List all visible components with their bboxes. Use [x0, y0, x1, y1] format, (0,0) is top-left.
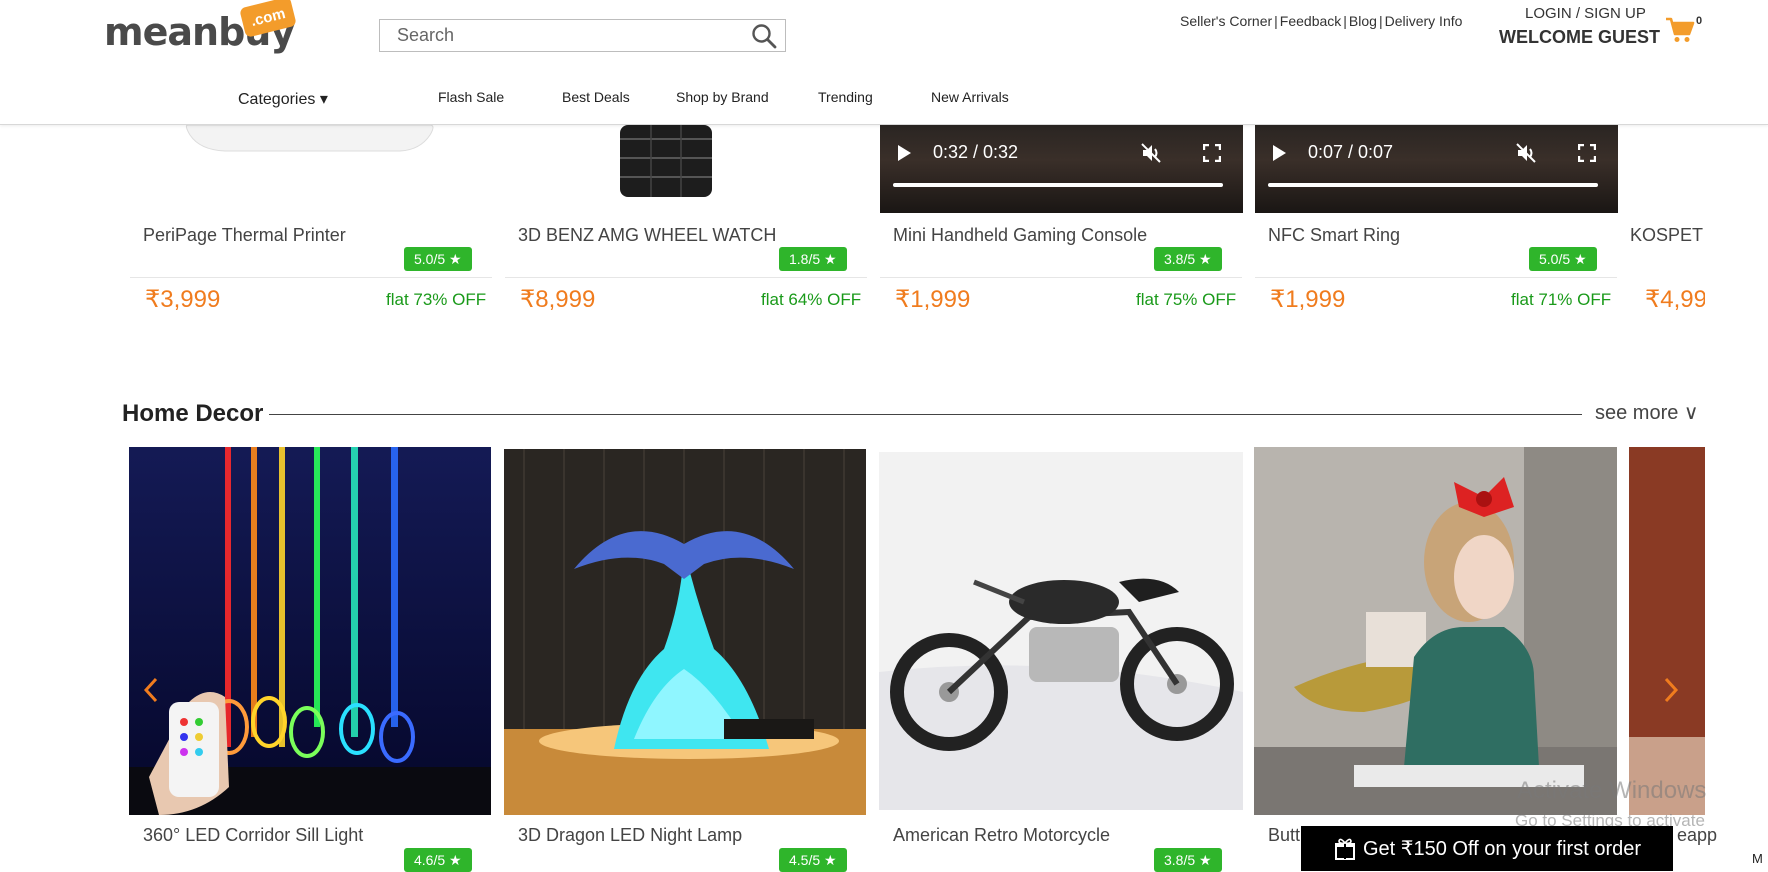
product-price: ₹8,999 — [520, 286, 596, 313]
led-corridor-light-image — [129, 447, 491, 815]
edge-text: M — [1752, 851, 1763, 866]
top-links: Seller's Corner | Feedback | Blog | Delivery I… — [1180, 13, 1462, 29]
section-title: Home Decor — [122, 400, 264, 427]
discount-text: flat 73% OFF — [386, 290, 487, 309]
product-image[interactable] — [504, 449, 866, 815]
fullscreen-icon[interactable] — [1578, 144, 1596, 162]
site-logo[interactable]: meanbuy .com — [104, 0, 334, 58]
rating-badge: 3.8/5 ★ — [1154, 848, 1222, 872]
welcome-text: WELCOME GUEST — [1499, 27, 1660, 47]
link-feedback[interactable]: Feedback — [1280, 13, 1341, 29]
product-name[interactable]: KOSPET — [1630, 225, 1705, 246]
first-order-promo-banner[interactable]: Get ₹150 Off on your first order — [1301, 826, 1673, 871]
rating-badge: 1.8/5 ★ — [779, 247, 847, 271]
chevron-left-icon[interactable] — [142, 676, 160, 704]
video-progress-bar[interactable] — [1268, 183, 1598, 187]
nav-flash-sale[interactable]: Flash Sale — [438, 89, 504, 105]
product-image[interactable] — [879, 452, 1243, 810]
login-signup-link[interactable]: LOGIN / SIGN UP — [1525, 5, 1646, 22]
rating-badge: 4.6/5 ★ — [404, 848, 472, 872]
product-price: ₹4,99 — [1645, 286, 1705, 313]
fullscreen-icon[interactable] — [1203, 144, 1221, 162]
rating-badge: 5.0/5 ★ — [404, 247, 472, 271]
product-video[interactable] — [880, 125, 1243, 213]
cart-count-badge: 0 — [1696, 15, 1703, 27]
promo-text: Get ₹150 Off on your first order — [1362, 838, 1642, 860]
link-separator: | — [1378, 13, 1383, 29]
search-input[interactable] — [380, 20, 740, 51]
link-delivery-info[interactable]: Delivery Info — [1385, 13, 1463, 29]
mute-icon[interactable] — [1515, 142, 1537, 164]
nav-new-arrivals[interactable]: New Arrivals — [931, 89, 1009, 105]
link-blog[interactable]: Blog — [1349, 13, 1377, 29]
product-name[interactable]: PeriPage Thermal Printer — [143, 225, 346, 246]
gift-icon — [1334, 838, 1355, 860]
product-image[interactable] — [1629, 447, 1705, 815]
cart-icon[interactable] — [1665, 16, 1695, 44]
discount-text: flat 75% OFF — [1136, 290, 1237, 309]
product-price: ₹3,999 — [145, 286, 221, 313]
product-image[interactable] — [130, 125, 494, 180]
product-price: ₹1,999 — [1270, 286, 1346, 313]
product-image[interactable] — [1254, 447, 1617, 815]
nav-best-deals[interactable]: Best Deals — [562, 89, 630, 105]
product-name[interactable]: NFC Smart Ring — [1268, 225, 1400, 246]
thermal-printer-image — [130, 125, 494, 180]
discount-text: flat 71% OFF — [1511, 290, 1612, 309]
video-time: 0:32 / 0:32 — [933, 142, 1019, 162]
product-image[interactable] — [129, 447, 491, 815]
mute-icon[interactable] — [1140, 142, 1162, 164]
search-icon[interactable] — [751, 23, 777, 49]
product-name[interactable]: Mini Handheld Gaming Console — [893, 225, 1147, 246]
windows-activation-watermark: Activate Windows — [1517, 777, 1707, 804]
link-sellers-corner[interactable]: Seller's Corner — [1180, 13, 1272, 29]
product-name[interactable]: Butt — [1268, 825, 1300, 846]
site-header: meanbuy .com Seller's Corner|Feedback|Bl… — [0, 0, 1768, 125]
divider — [880, 277, 1242, 278]
dragon-lamp-image — [504, 449, 866, 815]
section-divider — [269, 414, 1582, 415]
see-more-link[interactable]: see more ∨ — [1595, 400, 1699, 425]
nav-shop-by-brand[interactable]: Shop by Brand — [676, 89, 769, 105]
watch-band-image — [505, 125, 869, 200]
product-name[interactable]: 3D Dragon LED Night Lamp — [518, 825, 742, 846]
video-progress-bar[interactable] — [893, 183, 1223, 187]
carousel-prev-arrow[interactable] — [142, 675, 160, 712]
discount-text: flat 64% OFF — [761, 290, 862, 309]
product-image[interactable] — [505, 125, 869, 200]
chevron-right-icon[interactable] — [1662, 676, 1680, 704]
product-name[interactable]: 3D BENZ AMG WHEEL WATCH — [518, 225, 776, 246]
video-time: 0:07 / 0:07 — [1308, 142, 1394, 162]
girl-statue-image — [1254, 447, 1617, 815]
play-icon[interactable] — [896, 144, 912, 162]
divider — [1255, 277, 1617, 278]
play-icon[interactable] — [1271, 144, 1287, 162]
divider — [505, 277, 867, 278]
product-name[interactable]: American Retro Motorcycle — [893, 825, 1110, 846]
rating-badge: 4.5/5 ★ — [779, 848, 847, 872]
product-video[interactable] — [1255, 125, 1618, 213]
search-box — [379, 19, 786, 52]
rating-badge: 3.8/5 ★ — [1154, 247, 1222, 271]
link-separator: | — [1274, 13, 1278, 29]
nav-trending[interactable]: Trending — [818, 89, 873, 105]
product-price: ₹1,999 — [895, 286, 971, 313]
retro-motorcycle-image — [879, 452, 1243, 810]
link-separator: | — [1343, 13, 1347, 29]
product-name[interactable]: 360° LED Corridor Sill Light — [143, 825, 363, 846]
partial-product-image — [1629, 447, 1705, 815]
rating-badge: 5.0/5 ★ — [1529, 247, 1597, 271]
carousel-next-arrow[interactable] — [1662, 675, 1680, 712]
divider — [130, 277, 492, 278]
categories-dropdown[interactable]: Categories ▾ — [238, 89, 328, 109]
